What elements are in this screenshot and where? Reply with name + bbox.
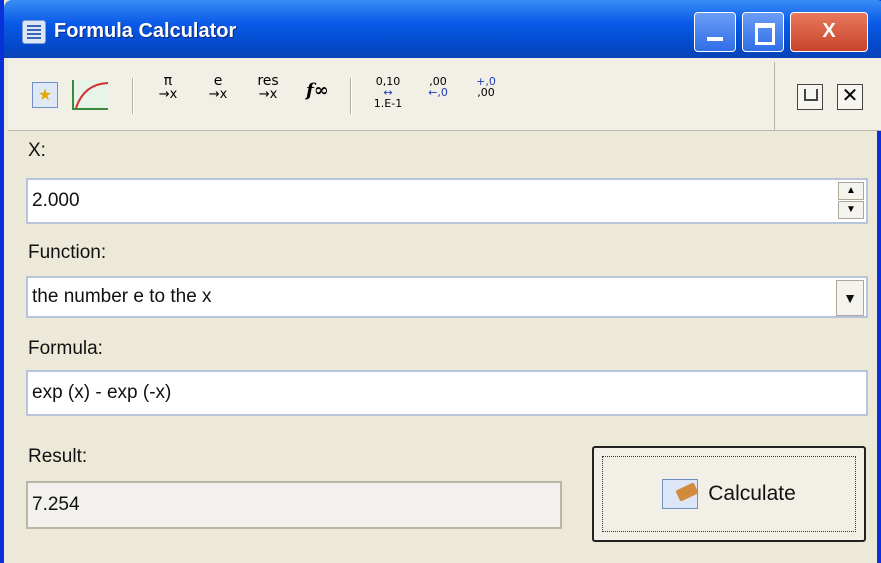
titlebar[interactable]: Formula Calculator xyxy=(4,0,881,58)
calculate-label: Calculate xyxy=(708,482,796,505)
spin-up-button[interactable]: ▲ xyxy=(838,182,864,200)
formula-label: Formula: xyxy=(28,338,103,359)
chevron-down-icon[interactable]: ▼ xyxy=(836,280,864,316)
format-bottom: ←,0 xyxy=(428,86,448,99)
function-select[interactable]: the number e to the x ▼ xyxy=(26,276,868,318)
minimize-button[interactable] xyxy=(694,12,736,52)
insert-e-button[interactable]: e →x xyxy=(200,74,236,102)
calculator-icon xyxy=(662,479,699,509)
maximize-button[interactable] xyxy=(742,12,784,52)
app-icon xyxy=(22,20,46,44)
favorites-icon[interactable] xyxy=(32,82,58,108)
graph-curve-icon xyxy=(75,82,109,109)
formula-text: exp (x) - exp (-x) xyxy=(32,382,172,403)
x-value-field[interactable]: 2.000 ▲ ▼ xyxy=(26,178,868,224)
function-button[interactable]: f∞ xyxy=(306,80,329,101)
pin-icon[interactable] xyxy=(797,84,823,110)
result-field: 7.254 xyxy=(26,481,562,529)
increase-decimals-button[interactable]: +,0 ,00 xyxy=(466,76,506,98)
toolbar-separator xyxy=(132,78,134,114)
insert-result-button[interactable]: res →x xyxy=(250,74,286,102)
decrease-decimals-button[interactable]: ,00 ←,0 xyxy=(418,76,458,98)
formula-input[interactable]: exp (x) - exp (-x) xyxy=(26,370,868,416)
spin-down-button[interactable]: ▼ xyxy=(838,201,864,219)
toolbar: π →x e →x res →x f∞ 0,10 ↔ 1.E-1 ,00 ←,0… xyxy=(8,58,881,131)
x-spinner[interactable]: ▲ ▼ xyxy=(838,182,864,220)
x-label: X: xyxy=(28,140,46,161)
format-bottom: 1.E-1 xyxy=(373,97,403,110)
x-value-text: 2.000 xyxy=(32,190,80,211)
close-icon[interactable]: ✕ xyxy=(837,84,863,110)
insert-arrow: →x xyxy=(258,87,278,102)
window-title: Formula Calculator xyxy=(54,20,237,42)
calculate-button-focus: Calculate xyxy=(602,456,856,532)
toolbar-separator xyxy=(350,78,352,114)
close-window-button[interactable] xyxy=(790,12,868,52)
result-text: 7.254 xyxy=(32,494,80,515)
format-bottom: ,00 xyxy=(477,86,495,99)
graph-icon[interactable] xyxy=(72,80,109,110)
function-selected-text: the number e to the x xyxy=(32,286,212,307)
insert-arrow: →x xyxy=(158,87,178,102)
calculate-button[interactable]: Calculate xyxy=(592,446,866,542)
insert-arrow: →x xyxy=(208,87,228,102)
formula-calculator-window: Formula Calculator π →x e →x res →x f∞ 0… xyxy=(0,0,881,563)
insert-pi-button[interactable]: π →x xyxy=(150,74,186,102)
result-label: Result: xyxy=(28,446,88,467)
scientific-format-button[interactable]: 0,10 ↔ 1.E-1 xyxy=(368,76,408,109)
function-label: Function: xyxy=(28,242,107,263)
toolbar-right-panel: ✕ xyxy=(774,62,881,130)
